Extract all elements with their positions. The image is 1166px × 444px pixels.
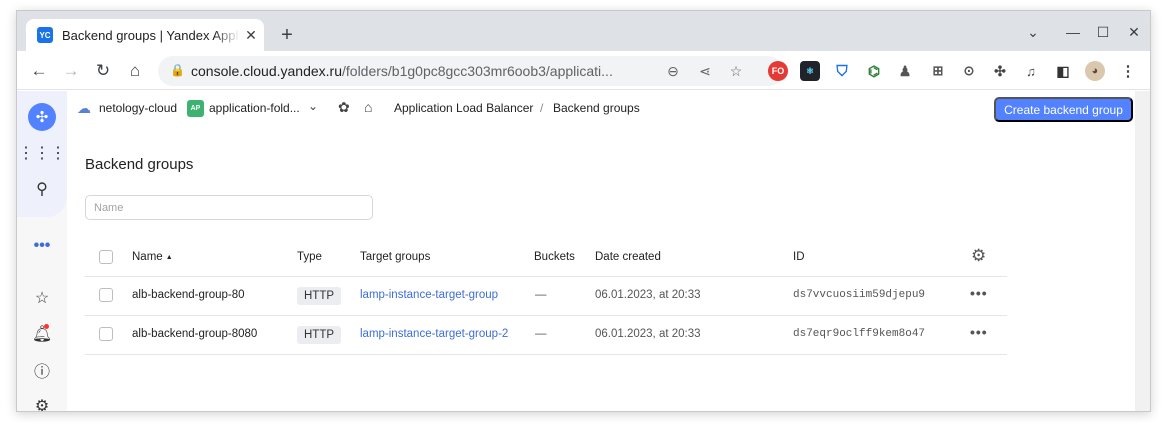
- name-filter-input[interactable]: [85, 195, 373, 220]
- browser-toolbar: ← → ↻ ⌂ 🔒 console.cloud.yandex.ru/folder…: [17, 51, 1150, 90]
- lock-extension-icon[interactable]: ⊞: [928, 61, 948, 81]
- zoom-icon[interactable]: ⊖: [664, 62, 682, 80]
- music-list-icon[interactable]: ♫: [1021, 61, 1041, 81]
- type-badge: HTTP: [297, 287, 342, 305]
- chevron-down-icon[interactable]: ⌄: [308, 99, 318, 113]
- breadcrumb-cloud[interactable]: netology-cloud: [99, 101, 177, 115]
- home-icon[interactable]: ⌂: [123, 59, 147, 83]
- profile-avatar[interactable]: ◕: [1085, 61, 1105, 81]
- backend-group-name[interactable]: alb-backend-group-80: [132, 289, 245, 301]
- bookmark-star-icon[interactable]: ☆: [727, 62, 745, 80]
- services-flower-icon[interactable]: ✿: [338, 99, 350, 116]
- search-icon[interactable]: ⚲: [28, 175, 56, 203]
- column-header-buckets: Buckets: [534, 251, 575, 263]
- breadcrumb-current: Backend groups: [553, 101, 640, 115]
- date-created-value: 06.01.2023, at 20:33: [595, 289, 701, 301]
- home-icon[interactable]: ⌂: [364, 99, 372, 115]
- favorites-star-icon[interactable]: ☆: [28, 284, 56, 312]
- date-created-value: 06.01.2023, at 20:33: [595, 328, 701, 340]
- yandex-cloud-favicon-icon: YC: [37, 27, 53, 43]
- table-row[interactable]: alb-backend-group-80 HTTP lamp-instance-…: [85, 277, 1007, 316]
- breadcrumb: ☁ netology-cloud AP application-fold... …: [67, 91, 1135, 125]
- buckets-value: —: [535, 289, 547, 301]
- window-close-icon[interactable]: ✕: [1122, 21, 1146, 43]
- tab-close-icon[interactable]: ✕: [242, 26, 260, 44]
- main-content: ☁ netology-cloud AP application-fold... …: [67, 91, 1150, 411]
- row-checkbox[interactable]: [99, 288, 113, 302]
- column-header-type: Type: [297, 251, 322, 263]
- address-bar[interactable]: 🔒 console.cloud.yandex.ru/folders/b1g0pc…: [158, 56, 783, 86]
- table-header: Name ▲ Type Target groups Buckets Date cr…: [85, 239, 1007, 277]
- breadcrumb-service[interactable]: Application Load Balancer: [394, 101, 533, 115]
- table-row[interactable]: alb-backend-group-8080 HTTP lamp-instanc…: [85, 316, 1007, 355]
- table-settings-gear-icon[interactable]: ⚙: [971, 246, 986, 266]
- shield-extension-icon[interactable]: ⛉: [832, 61, 852, 81]
- column-header-name[interactable]: Name ▲: [132, 251, 173, 263]
- row-actions-menu-icon[interactable]: •••: [970, 285, 988, 301]
- target-group-link[interactable]: lamp-instance-target-group: [360, 289, 498, 301]
- help-icon[interactable]: ⓘ: [28, 356, 56, 384]
- create-backend-group-button[interactable]: Create backend group: [994, 97, 1133, 122]
- person-extension-icon[interactable]: ♟: [895, 61, 915, 81]
- breadcrumb-separator: /: [540, 101, 544, 115]
- notification-dot: [44, 324, 49, 329]
- breadcrumb-folder[interactable]: application-fold...: [209, 101, 300, 115]
- tab-title: Backend groups | Yandex Application Load…: [62, 27, 240, 43]
- maximize-icon[interactable]: ☐: [1091, 21, 1115, 43]
- folder-badge: AP: [187, 100, 204, 117]
- minimize-icon[interactable]: —: [1061, 21, 1085, 43]
- more-icon[interactable]: •••: [28, 232, 56, 260]
- new-tab-icon[interactable]: +: [275, 23, 299, 47]
- browser-window: YC Backend groups | Yandex Application L…: [16, 10, 1151, 412]
- buckets-value: —: [535, 328, 547, 340]
- puzzle-extensions-icon[interactable]: ✣: [990, 61, 1010, 81]
- tab-strip: YC Backend groups | Yandex Application L…: [17, 11, 1150, 51]
- share-icon[interactable]: ⋖: [696, 62, 714, 80]
- cloud-icon: ☁: [77, 100, 91, 116]
- reload-icon[interactable]: ↻: [91, 59, 115, 83]
- notifications-bell-icon[interactable]: 🔔︎: [28, 320, 56, 348]
- vertical-scrollbar[interactable]: [1135, 91, 1150, 411]
- row-checkbox[interactable]: [99, 327, 113, 341]
- browser-menu-icon[interactable]: ⋮: [1118, 61, 1138, 81]
- settings-gear-icon[interactable]: ⚙: [28, 392, 56, 411]
- column-header-date-created: Date created: [595, 251, 661, 263]
- console-sidebar: ✣ ⋮⋮⋮ ⚲ ••• ☆ 🔔︎ ⓘ ⚙: [17, 91, 67, 411]
- id-value: ds7eqr9oclff9kem8o47: [793, 328, 926, 340]
- backend-groups-table: Name ▲ Type Target groups Buckets Date cr…: [85, 239, 1007, 355]
- lock-icon[interactable]: 🔒: [170, 63, 185, 77]
- url-text[interactable]: console.cloud.yandex.ru/folders/b1g0pc8g…: [191, 63, 661, 79]
- page-title: Backend groups: [85, 156, 194, 173]
- tab-search-chevron-icon[interactable]: ⌄: [1021, 21, 1045, 43]
- column-header-target-groups: Target groups: [360, 251, 431, 263]
- side-panel-icon[interactable]: ◧: [1053, 61, 1073, 81]
- id-value: ds7vvcuosiim59djepu9: [793, 289, 926, 301]
- select-all-checkbox[interactable]: [99, 250, 113, 264]
- code-extension-icon[interactable]: ⊙: [959, 61, 979, 81]
- browser-tab[interactable]: YC Backend groups | Yandex Application L…: [26, 19, 264, 51]
- type-badge: HTTP: [297, 326, 342, 344]
- forward-icon[interactable]: →: [59, 59, 83, 83]
- row-actions-menu-icon[interactable]: •••: [970, 324, 988, 340]
- target-group-link[interactable]: lamp-instance-target-group-2: [360, 328, 508, 340]
- react-devtools-icon[interactable]: ⚛: [800, 61, 820, 81]
- sort-ascending-icon: ▲: [165, 254, 173, 261]
- column-header-id: ID: [793, 251, 805, 263]
- link-extension-icon[interactable]: ⌬: [864, 61, 884, 81]
- yandex-cloud-logo-icon[interactable]: ✣: [28, 103, 56, 131]
- extension-fo-icon[interactable]: FO: [768, 61, 788, 81]
- back-icon[interactable]: ←: [27, 59, 51, 83]
- services-grid-icon[interactable]: ⋮⋮⋮: [18, 139, 66, 167]
- backend-group-name[interactable]: alb-backend-group-8080: [132, 328, 257, 340]
